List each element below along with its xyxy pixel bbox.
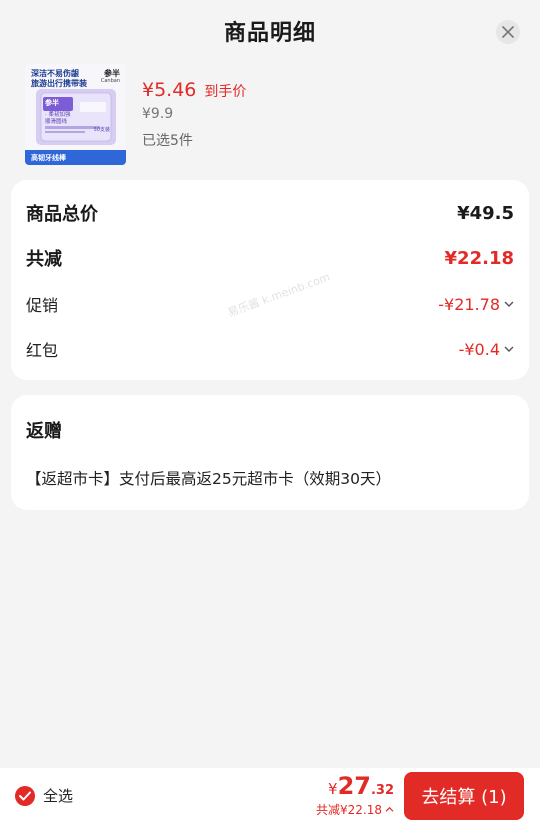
header: 商品明细 bbox=[0, 0, 540, 62]
promo-value-wrap[interactable]: -¥21.78 bbox=[438, 295, 514, 314]
total-amount: ¥ 27 .32 bbox=[316, 772, 394, 800]
price-tag: 到手价 bbox=[204, 84, 247, 100]
promo-value: -¥21.78 bbox=[438, 294, 500, 314]
total-row: 商品总价 ¥49.5 bbox=[26, 200, 514, 226]
thumb-text-line2: 旅游出行携带装 bbox=[31, 79, 87, 88]
product-item: 深洁不易伤龈 旅游出行携带装 参半 Canban 参半 · 柔韧加强 顺滑圆线 … bbox=[25, 64, 515, 166]
discount-detail[interactable]: 共减¥22.18 bbox=[316, 801, 394, 818]
thumb-bottom-label: 高韧牙线棒 bbox=[31, 154, 66, 162]
discount-text: 共减¥22.18 bbox=[316, 803, 382, 817]
close-icon bbox=[502, 26, 514, 38]
select-all-label: 全选 bbox=[43, 787, 74, 805]
gift-text: 【返超市卡】支付后最高返25元超市卡（效期30天） bbox=[26, 470, 391, 488]
thumb-pack-count: 50支装 bbox=[93, 127, 110, 133]
page-title: 商品明细 bbox=[223, 21, 316, 46]
price-row: ¥5.46 到手价 bbox=[142, 79, 246, 101]
total-currency: ¥ bbox=[328, 780, 338, 798]
product-thumbnail[interactable]: 深洁不易伤龈 旅游出行携带装 参半 Canban 参半 · 柔韧加强 顺滑圆线 … bbox=[25, 64, 126, 165]
reduce-label: 共减 bbox=[26, 249, 62, 270]
select-all-toggle[interactable]: 全选 bbox=[15, 785, 73, 806]
thumb-pack-line2: 顺滑圆线 bbox=[45, 119, 68, 125]
total-value: ¥49.5 bbox=[457, 202, 514, 224]
checkout-bar: 全选 ¥ 27 .32 共减¥22.18 去结算 (1) bbox=[0, 768, 540, 824]
promo-label: 促销 bbox=[26, 296, 59, 315]
total-integer: 27 bbox=[337, 772, 371, 800]
total-decimal: .32 bbox=[370, 783, 394, 798]
redpacket-row[interactable]: 红包 -¥0.4 bbox=[26, 337, 514, 361]
chevron-down-icon bbox=[504, 345, 514, 353]
final-price: ¥5.46 bbox=[142, 79, 197, 101]
redpacket-value-wrap[interactable]: -¥0.4 bbox=[459, 340, 514, 359]
chevron-down-icon bbox=[504, 300, 514, 308]
total-label: 商品总价 bbox=[26, 204, 98, 225]
chevron-up-icon bbox=[385, 806, 394, 813]
original-price: ¥9.9 bbox=[142, 106, 174, 122]
redpacket-label: 红包 bbox=[26, 341, 59, 360]
selected-count: 已选5件 bbox=[142, 133, 193, 149]
gift-card: 返赠 【返超市卡】支付后最高返25元超市卡（效期30天） bbox=[11, 395, 529, 510]
reduce-value: ¥22.18 bbox=[444, 247, 514, 269]
redpacket-value: -¥0.4 bbox=[458, 339, 500, 359]
gift-title: 返赠 bbox=[26, 421, 62, 442]
checkout-button[interactable]: 去结算 (1) bbox=[404, 772, 524, 820]
price-summary-card: 商品总价 ¥49.5 共减 ¥22.18 促销 -¥21.78 红包 -¥0.4 bbox=[11, 180, 529, 380]
close-button[interactable] bbox=[496, 20, 520, 44]
check-icon bbox=[15, 785, 35, 806]
thumb-brand-en: Canban bbox=[100, 78, 120, 84]
total-price: ¥ 27 .32 共减¥22.18 bbox=[316, 772, 394, 818]
reduce-row: 共减 ¥22.18 bbox=[26, 245, 514, 271]
thumb-pack-brand: 参半 bbox=[45, 99, 59, 107]
